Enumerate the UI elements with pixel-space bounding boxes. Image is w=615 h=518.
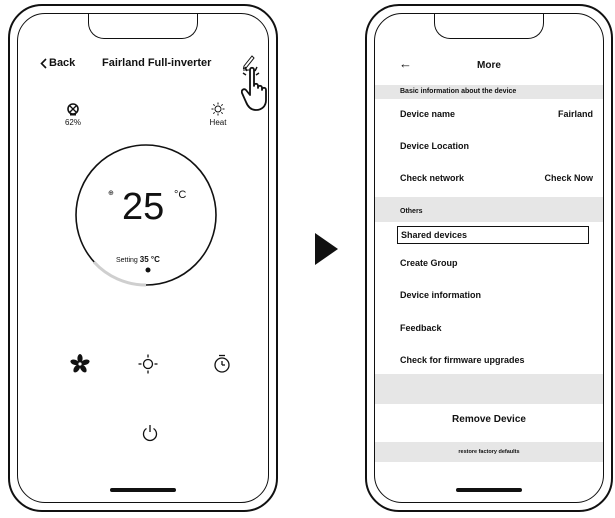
mode-stat: Heat: [198, 102, 238, 127]
phone-right: ← More Basic information about the devic…: [365, 4, 613, 512]
row-shared-devices[interactable]: Shared devices: [397, 226, 589, 244]
temperature-display: ⊕ 25 °C: [108, 181, 200, 241]
setting-label: Setting: [116, 257, 138, 264]
mode-label: Heat: [209, 118, 227, 127]
back-button[interactable]: Back: [40, 57, 75, 69]
row-firmware-upgrade[interactable]: Check for firmware upgrades: [400, 355, 593, 365]
row-device-information[interactable]: Device information: [400, 290, 593, 300]
check-now-link[interactable]: Check Now: [544, 173, 593, 183]
row-label: Feedback: [400, 323, 442, 333]
temperature-unit: °C: [174, 189, 187, 201]
device-title: Fairland Full-inverter: [102, 57, 212, 69]
phone-notch: [88, 14, 198, 39]
temperature-value: 25: [122, 186, 165, 228]
row-label: Device Location: [400, 141, 470, 151]
transition-arrow-icon: [315, 233, 338, 265]
more-header: ← More: [375, 57, 603, 74]
setting-value: 35 °C: [139, 255, 160, 264]
row-feedback[interactable]: Feedback: [400, 323, 593, 333]
humidity-icon: [67, 103, 79, 116]
phone-left: Back Fairland Full-inverter 62% Heat ⊕ 2…: [8, 4, 278, 512]
phone-screen-right: ← More Basic information about the devic…: [374, 13, 604, 503]
row-device-name[interactable]: Device name Fairland: [400, 109, 593, 119]
row-label: Check network: [400, 173, 465, 183]
home-indicator: [456, 488, 522, 492]
setting-display: Setting 35 °C: [116, 255, 160, 264]
sun-icon: [211, 102, 225, 116]
humidity-value: 62%: [64, 118, 81, 127]
row-create-group[interactable]: Create Group: [400, 258, 593, 268]
row-device-location[interactable]: Device Location: [400, 141, 593, 151]
humidity-stat: 62%: [56, 102, 90, 127]
temperature-indicator-icon: ⊕: [108, 190, 114, 197]
row-label: Device information: [400, 290, 482, 300]
home-indicator: [110, 488, 176, 492]
page-title: More: [477, 60, 501, 71]
chevron-left-icon: [40, 57, 47, 69]
power-icon[interactable]: [142, 424, 158, 442]
phone-screen-left: Back Fairland Full-inverter 62% Heat ⊕ 2…: [17, 13, 269, 503]
timer-icon[interactable]: [213, 354, 231, 374]
row-label: Create Group: [400, 258, 458, 268]
remove-device-button[interactable]: Remove Device: [375, 414, 603, 425]
section-others: Others: [375, 197, 603, 222]
brightness-icon[interactable]: [138, 354, 158, 374]
spacer-band: [375, 374, 603, 404]
back-label: Back: [49, 57, 76, 69]
section-basic-info: Basic information about the device: [375, 85, 603, 99]
restore-factory-defaults-button[interactable]: restore factory defaults: [375, 442, 603, 462]
phone-notch: [434, 14, 544, 39]
row-check-network[interactable]: Check network Check Now: [400, 173, 593, 183]
pointing-hand-icon: [241, 66, 267, 111]
row-label: Check for firmware upgrades: [400, 355, 525, 365]
device-header: Back Fairland Full-inverter: [18, 53, 268, 73]
row-value: Fairland: [557, 109, 593, 119]
fan-icon[interactable]: [70, 354, 90, 374]
dial-handle: [145, 267, 151, 273]
row-label: Device name: [400, 109, 456, 119]
